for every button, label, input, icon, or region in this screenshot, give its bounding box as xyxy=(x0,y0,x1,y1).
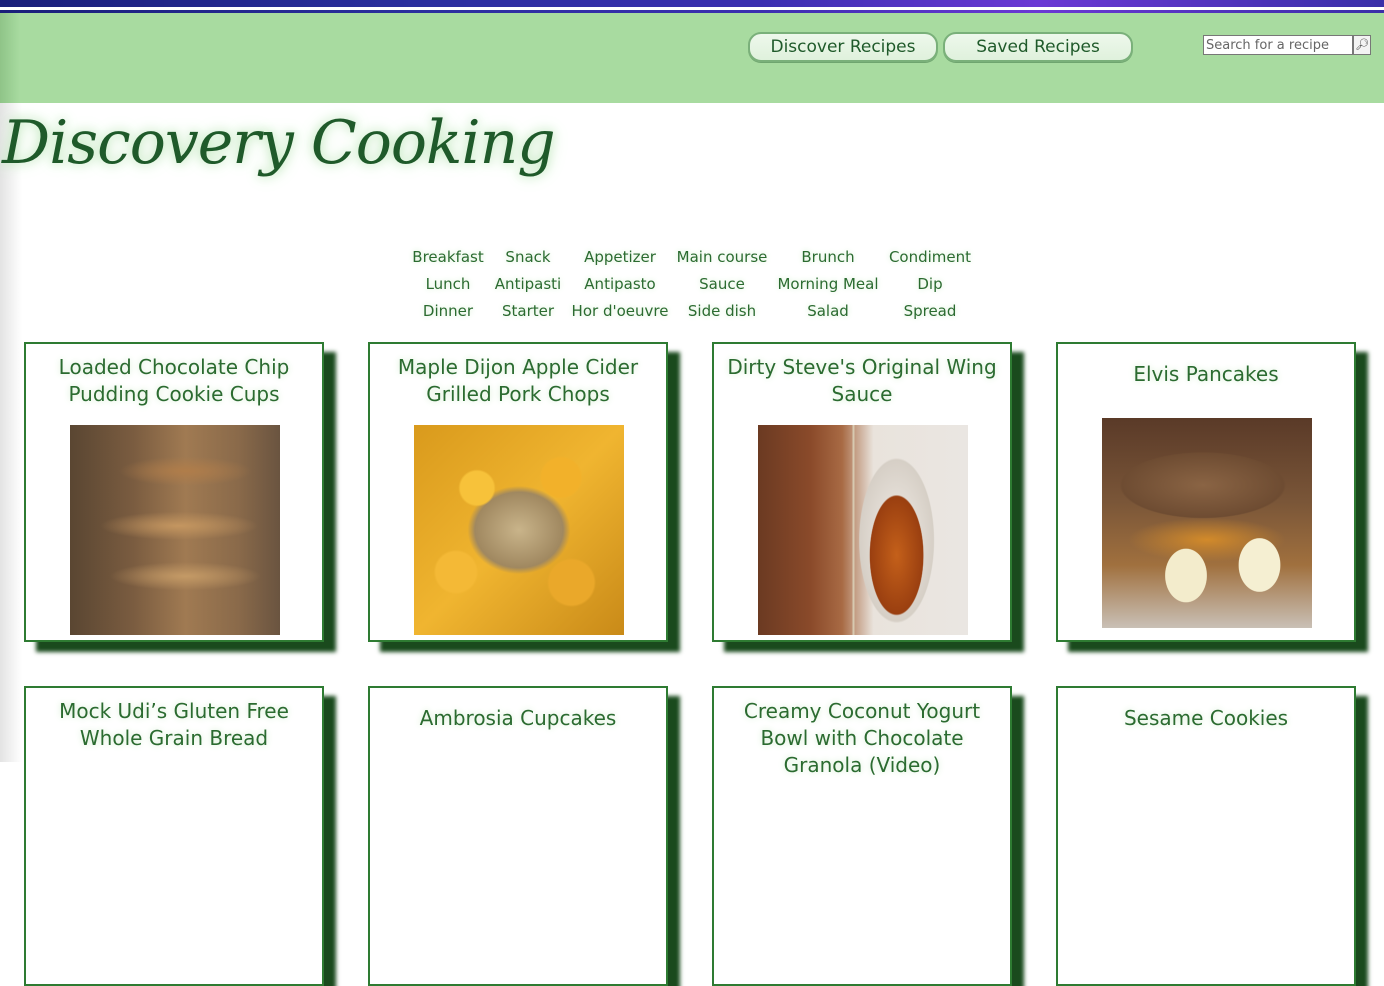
recipe-title[interactable]: Creamy Coconut Yogurt Bowl with Chocolat… xyxy=(718,698,1006,779)
recipe-title[interactable]: Ambrosia Cupcakes xyxy=(374,705,662,732)
category-link[interactable]: Snack xyxy=(492,246,564,268)
search-button[interactable]: 🔎︎ xyxy=(1353,35,1371,55)
category-link[interactable]: Main course xyxy=(676,246,768,268)
category-link[interactable]: Starter xyxy=(492,300,564,322)
category-link[interactable]: Morning Meal xyxy=(768,273,888,295)
category-link[interactable]: Dinner xyxy=(404,300,492,322)
category-link[interactable]: Spread xyxy=(888,300,972,322)
recipe-image[interactable] xyxy=(414,425,624,635)
recipe-image[interactable] xyxy=(70,425,280,635)
recipe-title[interactable]: Dirty Steve's Original Wing Sauce xyxy=(718,354,1006,408)
recipe-card[interactable]: Maple Dijon Apple Cider Grilled Pork Cho… xyxy=(368,342,668,642)
category-link[interactable]: Breakfast xyxy=(404,246,492,268)
recipe-card[interactable]: Loaded Chocolate Chip Pudding Cookie Cup… xyxy=(24,342,324,642)
recipe-title[interactable]: Maple Dijon Apple Cider Grilled Pork Cho… xyxy=(374,354,662,408)
category-link[interactable]: Dip xyxy=(888,273,972,295)
recipe-card[interactable]: Sesame Cookies xyxy=(1056,686,1356,986)
navbar-left-shade xyxy=(0,13,20,103)
recipe-card[interactable]: Ambrosia Cupcakes xyxy=(368,686,668,986)
recipe-card[interactable]: Dirty Steve's Original Wing Sauce xyxy=(712,342,1012,642)
category-link[interactable]: Condiment xyxy=(888,246,972,268)
search-icon: 🔎︎ xyxy=(1355,38,1369,51)
discover-recipes-button[interactable]: Discover Recipes xyxy=(748,32,938,62)
recipe-image[interactable] xyxy=(758,425,968,635)
recipe-card[interactable]: Mock Udi’s Gluten Free Whole Grain Bread xyxy=(24,686,324,986)
category-link[interactable]: Hor d'oeuvre xyxy=(564,300,676,322)
recipe-image[interactable] xyxy=(1102,418,1312,628)
recipe-card[interactable]: Creamy Coconut Yogurt Bowl with Chocolat… xyxy=(712,686,1012,986)
recipe-card[interactable]: Elvis Pancakes xyxy=(1056,342,1356,642)
recipe-title[interactable]: Mock Udi’s Gluten Free Whole Grain Bread xyxy=(30,698,318,752)
navbar xyxy=(0,13,1384,103)
category-link[interactable]: Sauce xyxy=(676,273,768,295)
category-link[interactable]: Appetizer xyxy=(564,246,676,268)
category-link[interactable]: Lunch xyxy=(404,273,492,295)
category-link[interactable]: Side dish xyxy=(676,300,768,322)
recipe-title[interactable]: Elvis Pancakes xyxy=(1062,361,1350,388)
recipe-title[interactable]: Sesame Cookies xyxy=(1062,705,1350,732)
recipe-title[interactable]: Loaded Chocolate Chip Pudding Cookie Cup… xyxy=(30,354,318,408)
browser-top-band xyxy=(0,0,1384,13)
saved-recipes-button[interactable]: Saved Recipes xyxy=(943,32,1133,62)
category-link[interactable]: Antipasto xyxy=(564,273,676,295)
category-link[interactable]: Brunch xyxy=(768,246,888,268)
category-link[interactable]: Antipasti xyxy=(492,273,564,295)
category-grid: Breakfast Snack Appetizer Main course Br… xyxy=(404,246,972,322)
search-input[interactable] xyxy=(1203,35,1353,55)
page-left-strip xyxy=(0,103,22,762)
site-title: Discovery Cooking xyxy=(2,108,556,178)
category-link[interactable]: Salad xyxy=(768,300,888,322)
